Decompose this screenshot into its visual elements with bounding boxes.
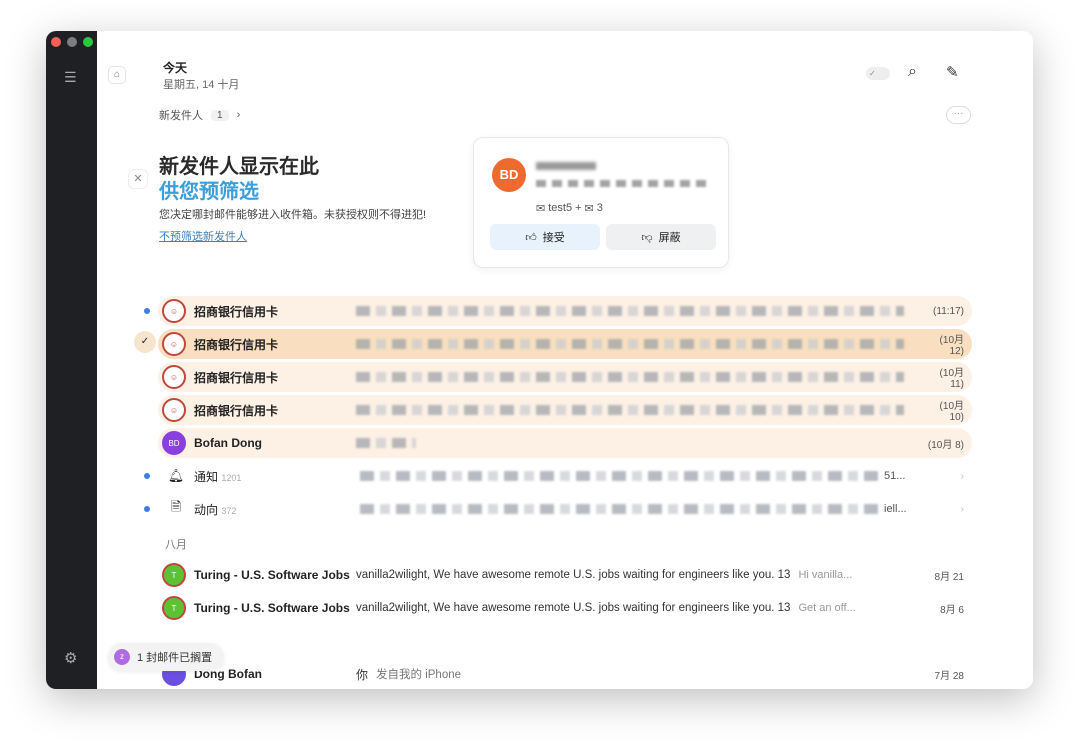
group-row-notifications[interactable]: 🔔︎ 通知 1201 51... › [144, 461, 972, 491]
bank-logo-icon: ☺ [162, 299, 186, 323]
toggle-switch[interactable]: ✓ [866, 67, 890, 80]
sender-email-blurred [536, 180, 708, 187]
email-row[interactable]: BD Bofan Dong (10月 8) [158, 428, 972, 458]
snooze-icon: z [114, 649, 130, 665]
turing-logo-icon: T [162, 596, 186, 620]
email-row[interactable]: Dong Bofan 你发自我的 iPhone 7月 28 [158, 659, 972, 689]
menu-icon[interactable]: ☰ [64, 69, 77, 86]
blurred-preview [356, 438, 416, 448]
blurred-preview [360, 471, 880, 481]
block-button[interactable]: 👎︎ 屏蔽 [606, 224, 716, 250]
email-row[interactable]: T Turing - U.S. Software Jobs vanilla2wili… [158, 560, 972, 590]
blurred-preview [356, 405, 904, 415]
close-window-button[interactable] [51, 37, 61, 47]
chevron-right-icon: › [236, 109, 241, 121]
promo-subtitle: 供您预筛选 [159, 181, 259, 203]
bank-logo-icon: ☺ [162, 398, 186, 422]
mail-icon: ✉ [536, 203, 546, 215]
more-button[interactable]: ··· [946, 106, 971, 124]
unread-dot [144, 506, 150, 512]
email-row[interactable]: T Turing - U.S. Software Jobs vanilla2wili… [158, 593, 972, 623]
sidebar: ☰ ⚙ [46, 31, 97, 689]
bell-icon: 🔔︎ [167, 468, 185, 483]
avatar: BD [162, 431, 186, 455]
avatar: BD [492, 158, 526, 192]
chevron-right-icon: › [960, 470, 964, 482]
blurred-preview [356, 339, 904, 349]
sender-meta: ✉ test5 + ✉ 3 [536, 202, 603, 215]
group-row-activity[interactable]: 🗎 动向 372 iell... › [144, 494, 972, 524]
search-icon[interactable]: ⌕ [908, 63, 917, 81]
home-icon[interactable]: ⌂ [108, 66, 126, 84]
bank-logo-icon: ☺ [162, 332, 186, 356]
email-row[interactable]: ☺ 招商银行信用卡 (10月 11) [158, 362, 972, 392]
snoozed-toast[interactable]: z 1 封邮件已搁置 [108, 643, 225, 671]
document-icon: 🗎 [170, 499, 182, 514]
email-row[interactable]: ☺ 招商银行信用卡 (10月 10) [158, 395, 972, 425]
minimize-window-button[interactable] [67, 37, 77, 47]
unread-dot [144, 308, 150, 314]
select-checkbox[interactable]: ✓ [134, 331, 156, 353]
maximize-window-button[interactable] [83, 37, 93, 47]
page-date: 星期五, 14 十月 [163, 79, 240, 91]
turing-logo-icon: T [162, 563, 186, 587]
gear-icon[interactable]: ⚙ [64, 649, 77, 667]
dismiss-promo-button[interactable]: ✕ [128, 169, 148, 189]
accept-button[interactable]: 👍︎ 接受 [490, 224, 600, 250]
app-window: ☰ ⚙ ⌂ 今天 星期五, 14 十月 ✓ ⌕ ✎ ··· 新发件人 1 › ✕… [46, 31, 1033, 689]
new-senders-count: 1 [211, 109, 229, 121]
thumbs-down-icon: 👎︎ [641, 231, 653, 244]
email-row-selected[interactable]: ☺ 招商银行信用卡 (10月 12) [158, 329, 972, 359]
mail-icon: ✉ [584, 203, 594, 215]
blurred-preview [356, 372, 904, 382]
email-row[interactable]: ☺ 招商银行信用卡 (11:17) [144, 296, 972, 326]
blurred-preview [356, 306, 904, 316]
new-senders-label: 新发件人 [159, 110, 203, 122]
sender-name-blurred [536, 162, 596, 170]
new-senders-header[interactable]: 新发件人 1 › [159, 107, 240, 123]
sender-card: BD ✉ test5 + ✉ 3 👍︎ 接受 👎︎ 屏蔽 [473, 137, 729, 268]
bank-logo-icon: ☺ [162, 365, 186, 389]
blurred-preview [360, 504, 880, 514]
section-header-august: 八月 [165, 539, 187, 551]
thumbs-up-icon: 👍︎ [525, 231, 537, 244]
unread-dot [144, 473, 150, 479]
promo-description: 您决定哪封邮件能够进入收件箱。未获授权则不得进犯! [159, 209, 427, 221]
skip-screening-link[interactable]: 不预筛选新发件人 [159, 228, 247, 244]
chevron-right-icon: › [960, 503, 964, 515]
compose-icon[interactable]: ✎ [946, 63, 959, 81]
page-title: 今天 [163, 61, 188, 75]
